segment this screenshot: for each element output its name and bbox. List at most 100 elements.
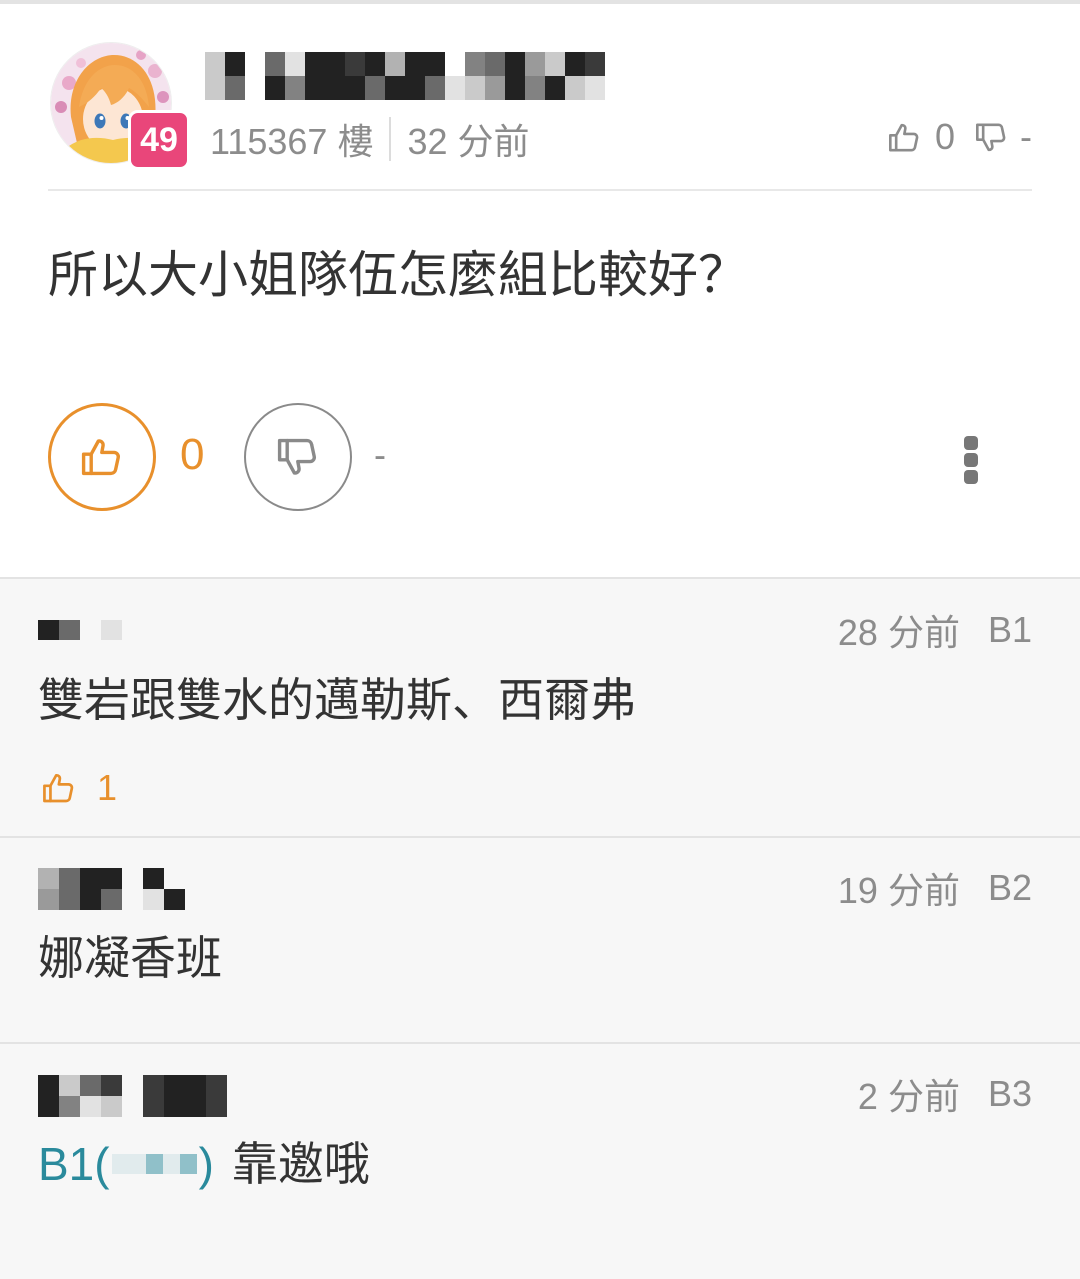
mosaic-block bbox=[445, 52, 465, 76]
comment-content: 雙岩跟雙水的邁勒斯、西爾弗 bbox=[38, 674, 636, 726]
mosaic-block bbox=[59, 868, 80, 889]
comment-floor: B3 bbox=[987, 1073, 1032, 1114]
post-time: 32 分前 bbox=[407, 121, 530, 162]
comment-meta: 2 分前 B3 bbox=[858, 1072, 1032, 1117]
more-options-button[interactable] bbox=[957, 432, 985, 488]
reply-mention-mosaic bbox=[111, 1154, 197, 1174]
comment-time: 19 分前 bbox=[837, 870, 960, 911]
mosaic-block bbox=[325, 52, 345, 76]
comment-content: 娜凝香班 bbox=[38, 932, 222, 984]
mosaic-block bbox=[164, 1096, 185, 1117]
mosaic-block bbox=[122, 1075, 143, 1096]
mosaic-block bbox=[38, 889, 59, 910]
comment-username-mosaic[interactable] bbox=[38, 868, 185, 910]
mosaic-block bbox=[505, 52, 525, 76]
mosaic-block bbox=[405, 52, 425, 76]
mosaic-block bbox=[205, 76, 225, 100]
more-vertical-icon-dot bbox=[964, 453, 978, 467]
mosaic-block bbox=[128, 1154, 146, 1174]
mosaic-block bbox=[285, 76, 305, 100]
comment-floor: B2 bbox=[987, 867, 1032, 908]
mosaic-block bbox=[245, 52, 265, 76]
dislike-count: - bbox=[374, 434, 386, 475]
like-count: 0 bbox=[180, 430, 205, 479]
comment-b2[interactable]: 19 分前 B2 娜凝香班 bbox=[0, 838, 1080, 1042]
mosaic-block bbox=[305, 52, 325, 76]
mosaic-block bbox=[265, 52, 285, 76]
mosaic-block bbox=[585, 52, 605, 76]
thumbs-down-icon bbox=[973, 119, 1010, 156]
mosaic-block bbox=[265, 76, 285, 100]
mosaic-block bbox=[385, 76, 405, 100]
mosaic-block bbox=[185, 1096, 206, 1117]
mosaic-block bbox=[101, 889, 122, 910]
mosaic-block bbox=[59, 1096, 80, 1117]
mosaic-block bbox=[485, 52, 505, 76]
mosaic-block bbox=[59, 889, 80, 910]
mosaic-block bbox=[405, 76, 425, 100]
mosaic-block bbox=[525, 76, 545, 100]
mosaic-block bbox=[206, 1096, 227, 1117]
mosaic-block bbox=[505, 76, 525, 100]
mosaic-block bbox=[225, 52, 245, 76]
mosaic-block bbox=[179, 1154, 197, 1174]
mosaic-block bbox=[185, 1075, 206, 1096]
mosaic-block bbox=[225, 76, 245, 100]
thumbs-up-icon bbox=[40, 769, 78, 807]
thumbs-down-icon bbox=[274, 433, 322, 481]
mosaic-block bbox=[465, 76, 485, 100]
mosaic-block bbox=[122, 868, 143, 889]
mosaic-block bbox=[365, 76, 385, 100]
mosaic-block bbox=[164, 868, 185, 889]
mosaic-block bbox=[145, 1154, 163, 1174]
post-meta: 115367 樓 32 分前 bbox=[210, 116, 530, 162]
mosaic-block bbox=[59, 620, 80, 640]
comment-time: 28 分前 bbox=[837, 612, 960, 653]
mosaic-block bbox=[143, 1096, 164, 1117]
mosaic-block bbox=[565, 52, 585, 76]
mosaic-block bbox=[285, 52, 305, 76]
mosaic-block bbox=[164, 889, 185, 910]
username-mosaic[interactable] bbox=[205, 52, 605, 100]
mosaic-block bbox=[525, 52, 545, 76]
mosaic-block bbox=[80, 1075, 101, 1096]
comment-b3[interactable]: 2 分前 B3 B1( ) 靠邀哦 bbox=[0, 1044, 1080, 1279]
dislike-button[interactable] bbox=[244, 403, 352, 511]
mosaic-block bbox=[101, 620, 122, 640]
mosaic-block bbox=[122, 889, 143, 910]
comment-meta: 28 分前 B1 bbox=[838, 608, 1032, 653]
mosaic-block bbox=[101, 1075, 122, 1096]
mosaic-block bbox=[101, 868, 122, 889]
mosaic-block bbox=[565, 76, 585, 100]
comment-username-mosaic[interactable] bbox=[38, 1075, 227, 1117]
comment-b1[interactable]: 28 分前 B1 雙岩跟雙水的邁勒斯、西爾弗 1 bbox=[0, 579, 1080, 836]
mosaic-block bbox=[143, 1075, 164, 1096]
mosaic-block bbox=[345, 76, 365, 100]
like-button[interactable] bbox=[48, 403, 156, 511]
mosaic-block bbox=[345, 52, 365, 76]
thumbs-up-icon bbox=[78, 433, 126, 481]
mosaic-block bbox=[101, 1096, 122, 1117]
mosaic-block bbox=[38, 1096, 59, 1117]
mosaic-block bbox=[38, 1075, 59, 1096]
comment-username-mosaic[interactable] bbox=[38, 620, 122, 640]
mosaic-block bbox=[80, 868, 101, 889]
comment-floor: B1 bbox=[987, 609, 1032, 650]
mosaic-block bbox=[206, 1075, 227, 1096]
mosaic-block bbox=[425, 76, 445, 100]
comment-like-count: 1 bbox=[97, 767, 118, 808]
comment-content: 靠邀哦 bbox=[231, 1138, 370, 1190]
comment-time: 2 分前 bbox=[857, 1076, 960, 1117]
mosaic-block bbox=[205, 52, 225, 76]
level-badge: 49 bbox=[128, 110, 190, 170]
mosaic-block bbox=[545, 76, 565, 100]
mosaic-block bbox=[143, 889, 164, 910]
mosaic-block bbox=[585, 76, 605, 100]
reply-mention-prefix: B1( bbox=[38, 1138, 110, 1190]
mosaic-block bbox=[545, 52, 565, 76]
mosaic-block bbox=[305, 76, 325, 100]
header-divider bbox=[48, 189, 1032, 191]
reply-mention-link[interactable]: B1( ) bbox=[38, 1136, 214, 1192]
mosaic-block bbox=[365, 52, 385, 76]
comment-like-button[interactable]: 1 bbox=[40, 767, 118, 808]
